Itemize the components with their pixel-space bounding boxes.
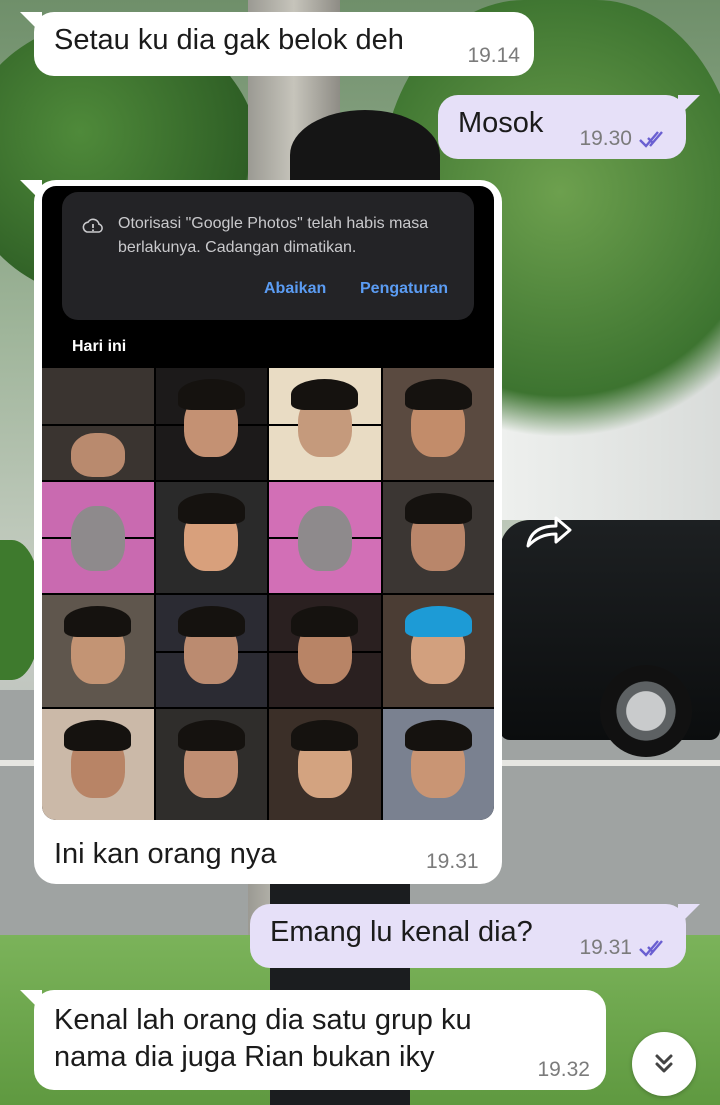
photo-thumbnail <box>382 595 494 707</box>
settings-button: Pengaturan <box>360 280 449 297</box>
backup-notification-card: Otorisasi "Google Photos" telah habis ma… <box>62 192 474 320</box>
chevron-double-down-icon <box>655 1054 673 1073</box>
photo-thumbnail <box>42 595 154 707</box>
photo-thumbnail <box>269 481 381 593</box>
photo-thumbnail <box>155 368 267 480</box>
notification-text: Otorisasi "Google Photos" telah habis ma… <box>118 215 429 256</box>
section-label-today: Hari ini <box>72 338 127 355</box>
message-outgoing[interactable]: Mosok 19.30 <box>438 95 700 159</box>
message-time: 19.30 <box>579 127 632 150</box>
message-time: 19.31 <box>426 850 479 873</box>
message-incoming[interactable]: Kenal lah orang dia satu grup ku nama di… <box>20 990 606 1090</box>
photo-thumbnail <box>269 708 381 820</box>
message-incoming[interactable]: Setau ku dia gak belok deh 19.14 <box>20 12 534 76</box>
message-time: 19.14 <box>467 44 520 67</box>
photo-thumbnail <box>155 481 267 593</box>
photo-thumbnail <box>155 708 267 820</box>
photo-thumbnail <box>42 708 154 820</box>
double-check-icon <box>639 940 663 957</box>
photo-thumbnail <box>269 368 381 480</box>
double-check-icon <box>639 131 663 148</box>
photo-thumbnail <box>269 595 381 707</box>
message-time: 19.31 <box>579 936 632 959</box>
message-outgoing[interactable]: Emang lu kenal dia? 19.31 <box>250 904 700 968</box>
photo-thumbnail <box>382 481 494 593</box>
photo-thumbnail <box>155 595 267 707</box>
cloud-alert-icon <box>82 218 103 233</box>
message-time: 19.32 <box>537 1058 590 1081</box>
photo-thumbnail <box>382 708 494 820</box>
scroll-to-bottom-button[interactable] <box>632 1032 696 1096</box>
photo-thumbnail <box>42 481 154 593</box>
message-text: Kenal lah orang dia satu grup ku nama di… <box>54 1004 472 1073</box>
image-caption: Ini kan orang nya <box>54 838 277 870</box>
forward-icon[interactable] <box>520 512 576 554</box>
photo-thumbnail <box>382 368 494 480</box>
photo-grid <box>42 368 494 820</box>
ignore-button: Abaikan <box>264 280 327 297</box>
message-text: Setau ku dia gak belok deh <box>54 24 404 56</box>
photo-thumbnail <box>42 368 154 480</box>
shared-image[interactable]: Otorisasi "Google Photos" telah habis ma… <box>42 186 494 820</box>
